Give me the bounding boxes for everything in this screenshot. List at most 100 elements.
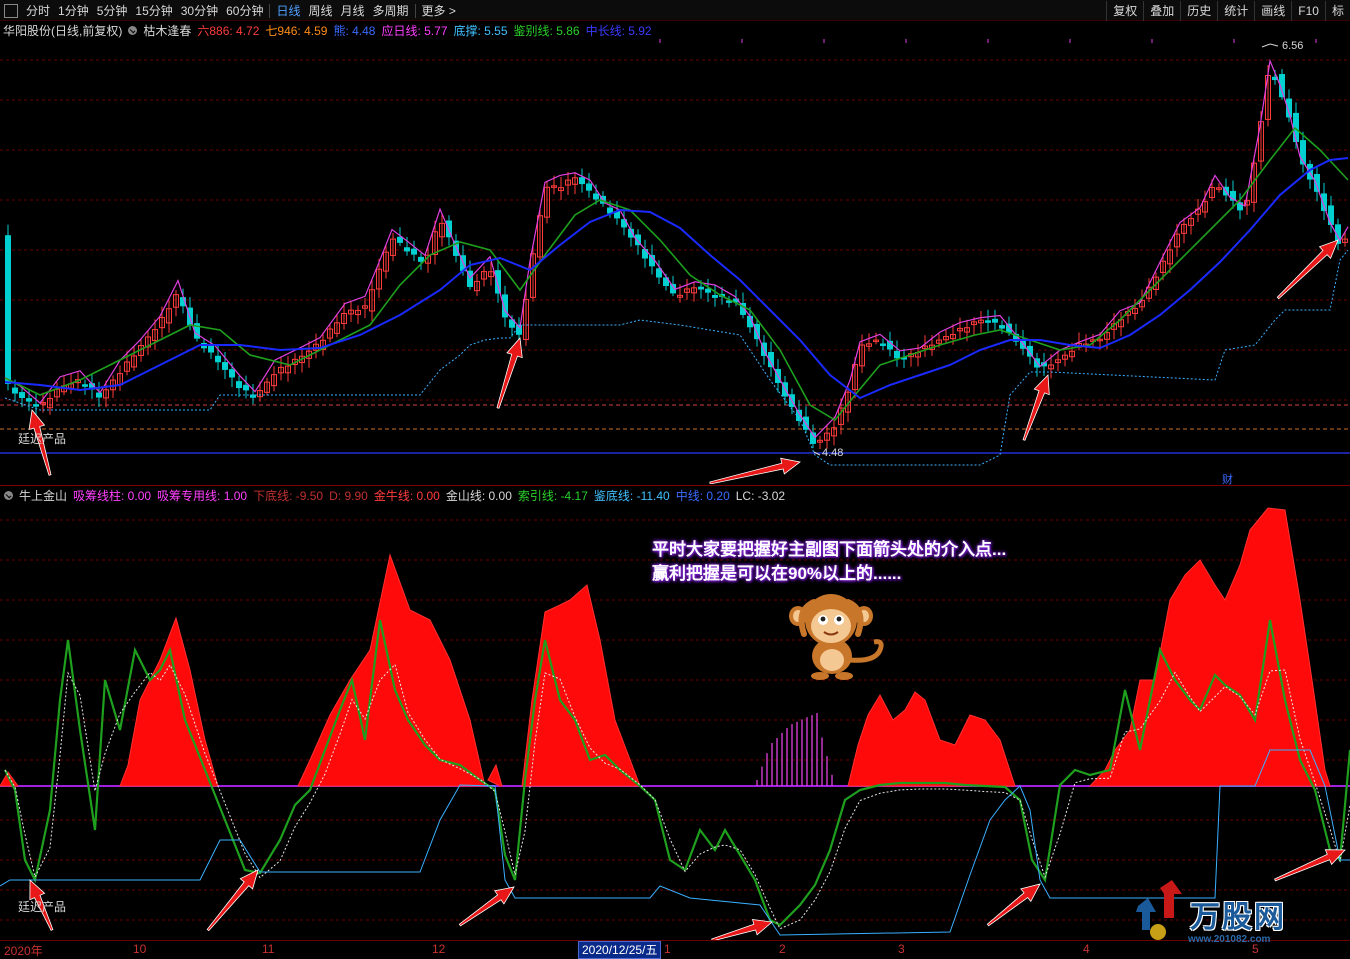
logo-name: 万股网 (1190, 901, 1286, 934)
main-fields: 六886: 4.72 七946: 4.59 熊: 4.48 应日线: 5.77 底撑: … (197, 22, 657, 39)
candle-body (698, 286, 704, 290)
main-candlestick-chart[interactable] (0, 38, 1350, 484)
candle-body (656, 268, 662, 278)
period-tab-5[interactable]: 60分钟 (222, 1, 267, 21)
candle-body (222, 362, 228, 370)
logo-url: www.201082.com (1188, 934, 1271, 945)
period-tab-8[interactable]: 月线 (337, 1, 369, 21)
candle-body (229, 369, 235, 378)
toolbar-button-5[interactable]: F10 (1291, 0, 1325, 21)
monkey-emoji-icon (789, 594, 884, 680)
candle-body (12, 387, 18, 394)
support-dotted-line (4, 249, 1349, 466)
blue-zhongchang-line (4, 157, 1349, 400)
golden-ox-area-5 (847, 691, 1016, 787)
toolbar-separator (269, 3, 271, 18)
candle-body (1293, 112, 1299, 143)
sub-field-4: 金牛线: 0.00 (373, 488, 440, 503)
sub-field-2: 下底线: -9.50 (253, 488, 324, 503)
period-toolbar: 分时 1分钟 5分钟 15分钟 30分钟 60分钟 日线 周线 月线 多周期 更多 > 复权 叠加 历史… (0, 0, 1350, 21)
candle-body (33, 404, 39, 407)
golden-ox-area-4 (521, 584, 641, 787)
sub-fields: 吸筹线柱: 0.00 吸筹专用线: 1.00 下底线: -9.50 D: 9.90 金牛… (73, 487, 791, 504)
candle-body (586, 183, 592, 191)
main-field-6: 中长线: 5.92 (585, 23, 652, 38)
buy-arrow-main-4 (1022, 374, 1050, 441)
period-tab-6[interactable]: 日线 (272, 1, 304, 21)
axis-label-0: 2020年 (4, 944, 43, 958)
main-field-3: 应日线: 5.77 (381, 23, 448, 38)
candle-body (593, 193, 599, 200)
high-pointer (1261, 43, 1279, 48)
buy-arrow-main-3 (709, 457, 801, 484)
period-tab-9[interactable]: 多周期 (369, 1, 413, 21)
callout-text: 平时大家要把握好主副图下面箭头处的介入点... 赢利把握是可以在90%以上的..… (652, 538, 1006, 586)
toolbar-button-6[interactable]: 标 (1324, 0, 1350, 21)
toolbar-button-2[interactable]: 历史 (1180, 0, 1217, 21)
sub-indicator-toggle-icon[interactable] (4, 490, 13, 500)
buy-arrow-sub-2 (206, 869, 259, 932)
main-info-bar: 华阳股份(日线,前复权) 枯木逢春 六886: 4.72 七946: 4.59 熊:… (0, 22, 664, 38)
candle-body (579, 177, 585, 185)
golden-ox-area-1 (119, 616, 219, 787)
candle-body (397, 236, 403, 243)
period-tab-0[interactable]: 分时 (22, 1, 54, 21)
candle-body (19, 392, 25, 399)
candle-body (894, 350, 900, 359)
period-tab-4[interactable]: 30分钟 (177, 1, 222, 21)
candle-body (5, 235, 11, 384)
sub-field-6: 索引线: -4.17 (517, 488, 588, 503)
high-price-label: 6.56 (1282, 40, 1304, 52)
sub-field-3: D: 9.90 (329, 488, 368, 503)
indicator-toggle-icon[interactable] (128, 25, 138, 35)
candle-body (236, 381, 242, 389)
axis-label-4: 1 (664, 942, 671, 956)
main-watermark: 廷迟产品 (18, 432, 67, 446)
main-field-2: 熊: 4.48 (333, 23, 376, 38)
golden-ox-area-3 (487, 763, 503, 787)
stock-name: 华阳股份(日线,前复权) (3, 23, 123, 38)
period-tab-10[interactable]: 更多 > (418, 1, 460, 21)
candle-body (985, 320, 991, 323)
candle-body (992, 318, 998, 323)
period-tab-1[interactable]: 1分钟 (54, 1, 93, 21)
sub-field-8: 中线: 0.20 (675, 488, 730, 503)
candle-body (96, 392, 102, 398)
magenta-short-ma-line (4, 58, 1349, 439)
candle-body (999, 325, 1005, 329)
sub-indicator-name: 牛上金山 (19, 488, 68, 503)
toolbar-separator (414, 3, 416, 18)
toolbar-button-4[interactable]: 画线 (1254, 0, 1291, 21)
period-tabs: 分时 1分钟 5分钟 15分钟 30分钟 60分钟 日线 周线 月线 多周期 更多 > (0, 0, 460, 21)
green-jianbie-line (4, 126, 1349, 422)
period-tab-3[interactable]: 15分钟 (131, 1, 176, 21)
toolbar-button-3[interactable]: 统计 (1217, 0, 1254, 21)
candle-body (26, 398, 32, 402)
buy-arrow-main-5 (1276, 239, 1339, 300)
sub-field-0: 吸筹线柱: 0.00 (73, 488, 152, 503)
sub-field-7: 鉴底线: -11.40 (593, 488, 670, 503)
candle-body (705, 288, 711, 293)
toolbar-button-1[interactable]: 叠加 (1143, 0, 1180, 21)
axis-label-1: 10 (133, 942, 147, 956)
candle-body (418, 256, 424, 262)
low-price-label: 4.48 (822, 447, 844, 459)
period-tab-2[interactable]: 5分钟 (93, 1, 132, 21)
candle-body (215, 355, 221, 363)
menu-square-icon[interactable] (4, 3, 18, 18)
toolbar-button-0[interactable]: 复权 (1106, 0, 1143, 21)
tool-buttons: 复权 叠加 历史 统计 画线 F10 标 (1106, 0, 1350, 21)
sub-field-9: LC: -3.02 (735, 488, 786, 503)
candle-body (208, 345, 214, 353)
callout-line-2: 赢利把握是可以在90%以上的...... (652, 564, 902, 583)
axis-label-3: 12 (432, 942, 446, 956)
period-tab-7[interactable]: 周线 (304, 1, 336, 21)
main-field-5: 鉴别线: 5.86 (513, 23, 580, 38)
main-field-4: 底撑: 5.55 (453, 23, 508, 38)
axis-label-5: 2 (779, 942, 786, 956)
sub-field-5: 金山线: 0.00 (445, 488, 512, 503)
main-field-0: 六886: 4.72 (197, 23, 260, 38)
axis-label-7: 4 (1083, 942, 1090, 956)
axis-label-6: 3 (898, 942, 905, 956)
candle-body (82, 384, 88, 387)
